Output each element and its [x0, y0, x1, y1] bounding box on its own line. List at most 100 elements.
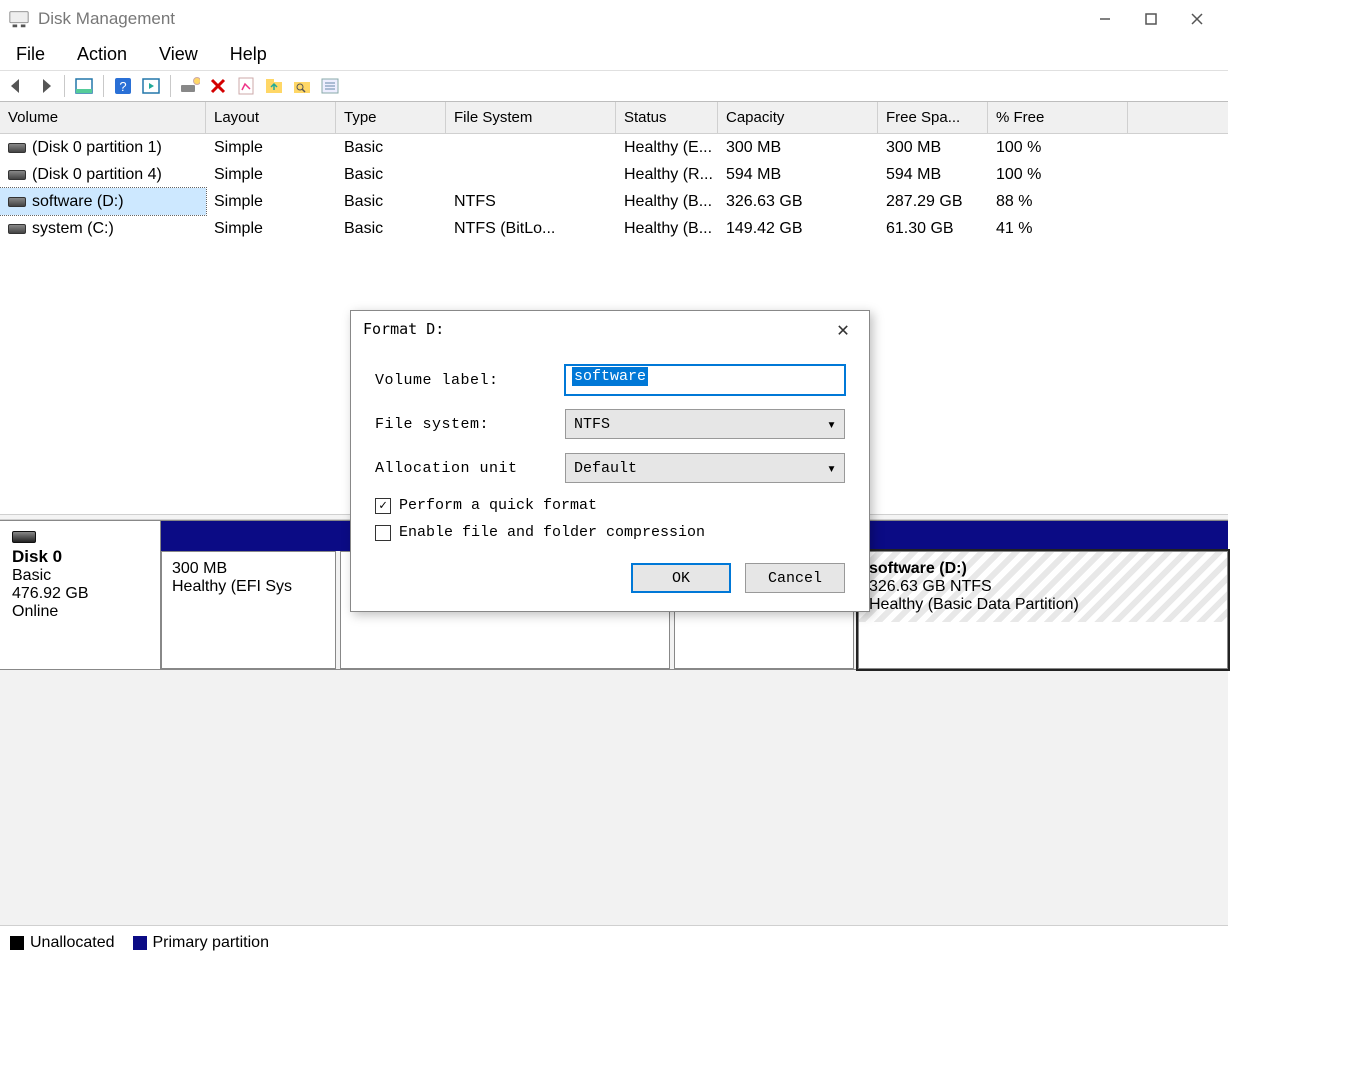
minimize-button[interactable] [1082, 3, 1128, 35]
volume-status: Healthy (E... [616, 134, 718, 161]
compression-checkbox[interactable] [375, 525, 391, 541]
show-hide-console-tree-button[interactable] [71, 73, 97, 99]
menu-view[interactable]: View [149, 40, 208, 69]
legend-primary-label: Primary partition [153, 934, 269, 951]
allocation-unit-value: Default [574, 460, 637, 477]
maximize-button[interactable] [1128, 3, 1174, 35]
volume-status: Healthy (B... [616, 188, 718, 215]
action-pane-button[interactable] [138, 73, 164, 99]
format-dialog: Format D: ✕ Volume label: software File … [350, 310, 870, 612]
volume-type: Basic [336, 161, 446, 188]
volume-layout: Simple [206, 161, 336, 188]
quick-format-label: Perform a quick format [399, 497, 597, 514]
disk-label-box[interactable]: Disk 0 Basic 476.92 GB Online [0, 521, 161, 669]
delete-button[interactable] [205, 73, 231, 99]
volume-label-label: Volume label: [375, 372, 565, 389]
window-title: Disk Management [38, 9, 175, 29]
partition-cell[interactable]: 300 MBHealthy (EFI Sys [161, 551, 336, 669]
help-button[interactable]: ? [110, 73, 136, 99]
volume-row[interactable]: (Disk 0 partition 1)SimpleBasicHealthy (… [0, 134, 1228, 161]
volume-fs: NTFS [446, 188, 616, 215]
volume-layout: Simple [206, 134, 336, 161]
col-pct[interactable]: % Free [988, 102, 1128, 133]
volume-status: Healthy (B... [616, 215, 718, 242]
search-button[interactable] [289, 73, 315, 99]
quick-format-checkbox[interactable]: ✓ [375, 498, 391, 514]
volume-pct: 41 % [988, 215, 1128, 242]
volume-name: system (C:) [32, 220, 114, 238]
cancel-button[interactable]: Cancel [745, 563, 845, 593]
back-button[interactable] [4, 73, 30, 99]
menubar: File Action View Help [0, 38, 1228, 70]
toolbar: ? [0, 70, 1228, 102]
volume-capacity: 149.42 GB [718, 215, 878, 242]
partition-info: 300 MBHealthy (EFI Sys [162, 552, 335, 604]
col-type[interactable]: Type [336, 102, 446, 133]
menu-file[interactable]: File [6, 40, 55, 69]
volume-label-input[interactable]: software [565, 365, 845, 395]
titlebar: Disk Management [0, 0, 1228, 38]
list-options-button[interactable] [317, 73, 343, 99]
properties-button[interactable] [233, 73, 259, 99]
partition-cell[interactable]: software (D:)326.63 GB NTFSHealthy (Basi… [858, 551, 1228, 669]
file-system-select[interactable]: NTFS ▾ [565, 409, 845, 439]
disk-management-window: Disk Management File Action View Help ? … [0, 0, 1228, 960]
volume-free: 300 MB [878, 134, 988, 161]
refresh-button[interactable] [177, 73, 203, 99]
volume-list-header: Volume Layout Type File System Status Ca… [0, 102, 1228, 134]
app-icon [8, 8, 30, 30]
volume-type: Basic [336, 215, 446, 242]
col-layout[interactable]: Layout [206, 102, 336, 133]
volume-capacity: 300 MB [718, 134, 878, 161]
folder-up-button[interactable] [261, 73, 287, 99]
legend-unallocated-label: Unallocated [30, 934, 115, 951]
volume-name: software (D:) [32, 193, 124, 211]
compression-label: Enable file and folder compression [399, 524, 705, 541]
volume-row[interactable]: system (C:) SimpleBasicNTFS (BitLo...Heal… [0, 215, 1228, 242]
volume-fs [446, 134, 616, 161]
volume-free: 287.29 GB [878, 188, 988, 215]
file-system-label: File system: [375, 416, 565, 433]
dialog-title: Format D: [363, 320, 444, 338]
volume-layout: Simple [206, 188, 336, 215]
partition-info: software (D:)326.63 GB NTFSHealthy (Basi… [859, 552, 1227, 622]
volume-pct: 100 % [988, 161, 1128, 188]
volume-icon [8, 143, 26, 153]
volume-fs: NTFS (BitLo... [446, 215, 616, 242]
chevron-down-icon: ▾ [827, 415, 836, 434]
ok-button[interactable]: OK [631, 563, 731, 593]
legend: Unallocated Primary partition [0, 926, 1228, 960]
col-fs[interactable]: File System [446, 102, 616, 133]
volume-icon [8, 197, 26, 207]
volume-pct: 88 % [988, 188, 1128, 215]
dialog-titlebar[interactable]: Format D: ✕ [351, 311, 869, 347]
volume-pct: 100 % [988, 134, 1128, 161]
col-free[interactable]: Free Spa... [878, 102, 988, 133]
forward-button[interactable] [32, 73, 58, 99]
disk-type: Basic [12, 567, 148, 585]
allocation-unit-select[interactable]: Default ▾ [565, 453, 845, 483]
disk-capacity: 476.92 GB [12, 585, 148, 603]
chevron-down-icon: ▾ [827, 459, 836, 478]
volume-row[interactable]: (Disk 0 partition 4) SimpleBasic Healthy (… [0, 161, 1228, 188]
menu-action[interactable]: Action [67, 40, 137, 69]
dialog-close-button[interactable]: ✕ [829, 315, 857, 343]
allocation-unit-label: Allocation unit [375, 460, 565, 477]
file-system-value: NTFS [574, 416, 610, 433]
disk-icon [12, 531, 36, 543]
volume-fs [446, 161, 616, 188]
svg-text:?: ? [119, 79, 126, 94]
col-volume[interactable]: Volume [0, 102, 206, 133]
menu-help[interactable]: Help [220, 40, 277, 69]
volume-label-value: software [572, 367, 648, 386]
volume-layout: Simple [206, 215, 336, 242]
volume-row[interactable]: software (D:)SimpleBasicNTFSHealthy (B..… [0, 188, 1228, 215]
volume-capacity: 326.63 GB [718, 188, 878, 215]
volume-name: (Disk 0 partition 1) [32, 139, 162, 157]
col-capacity[interactable]: Capacity [718, 102, 878, 133]
legend-unallocated-swatch [10, 936, 24, 950]
col-status[interactable]: Status [616, 102, 718, 133]
close-button[interactable] [1174, 3, 1220, 35]
volume-status: Healthy (R... [616, 161, 718, 188]
volume-name: (Disk 0 partition 4) [32, 166, 162, 184]
